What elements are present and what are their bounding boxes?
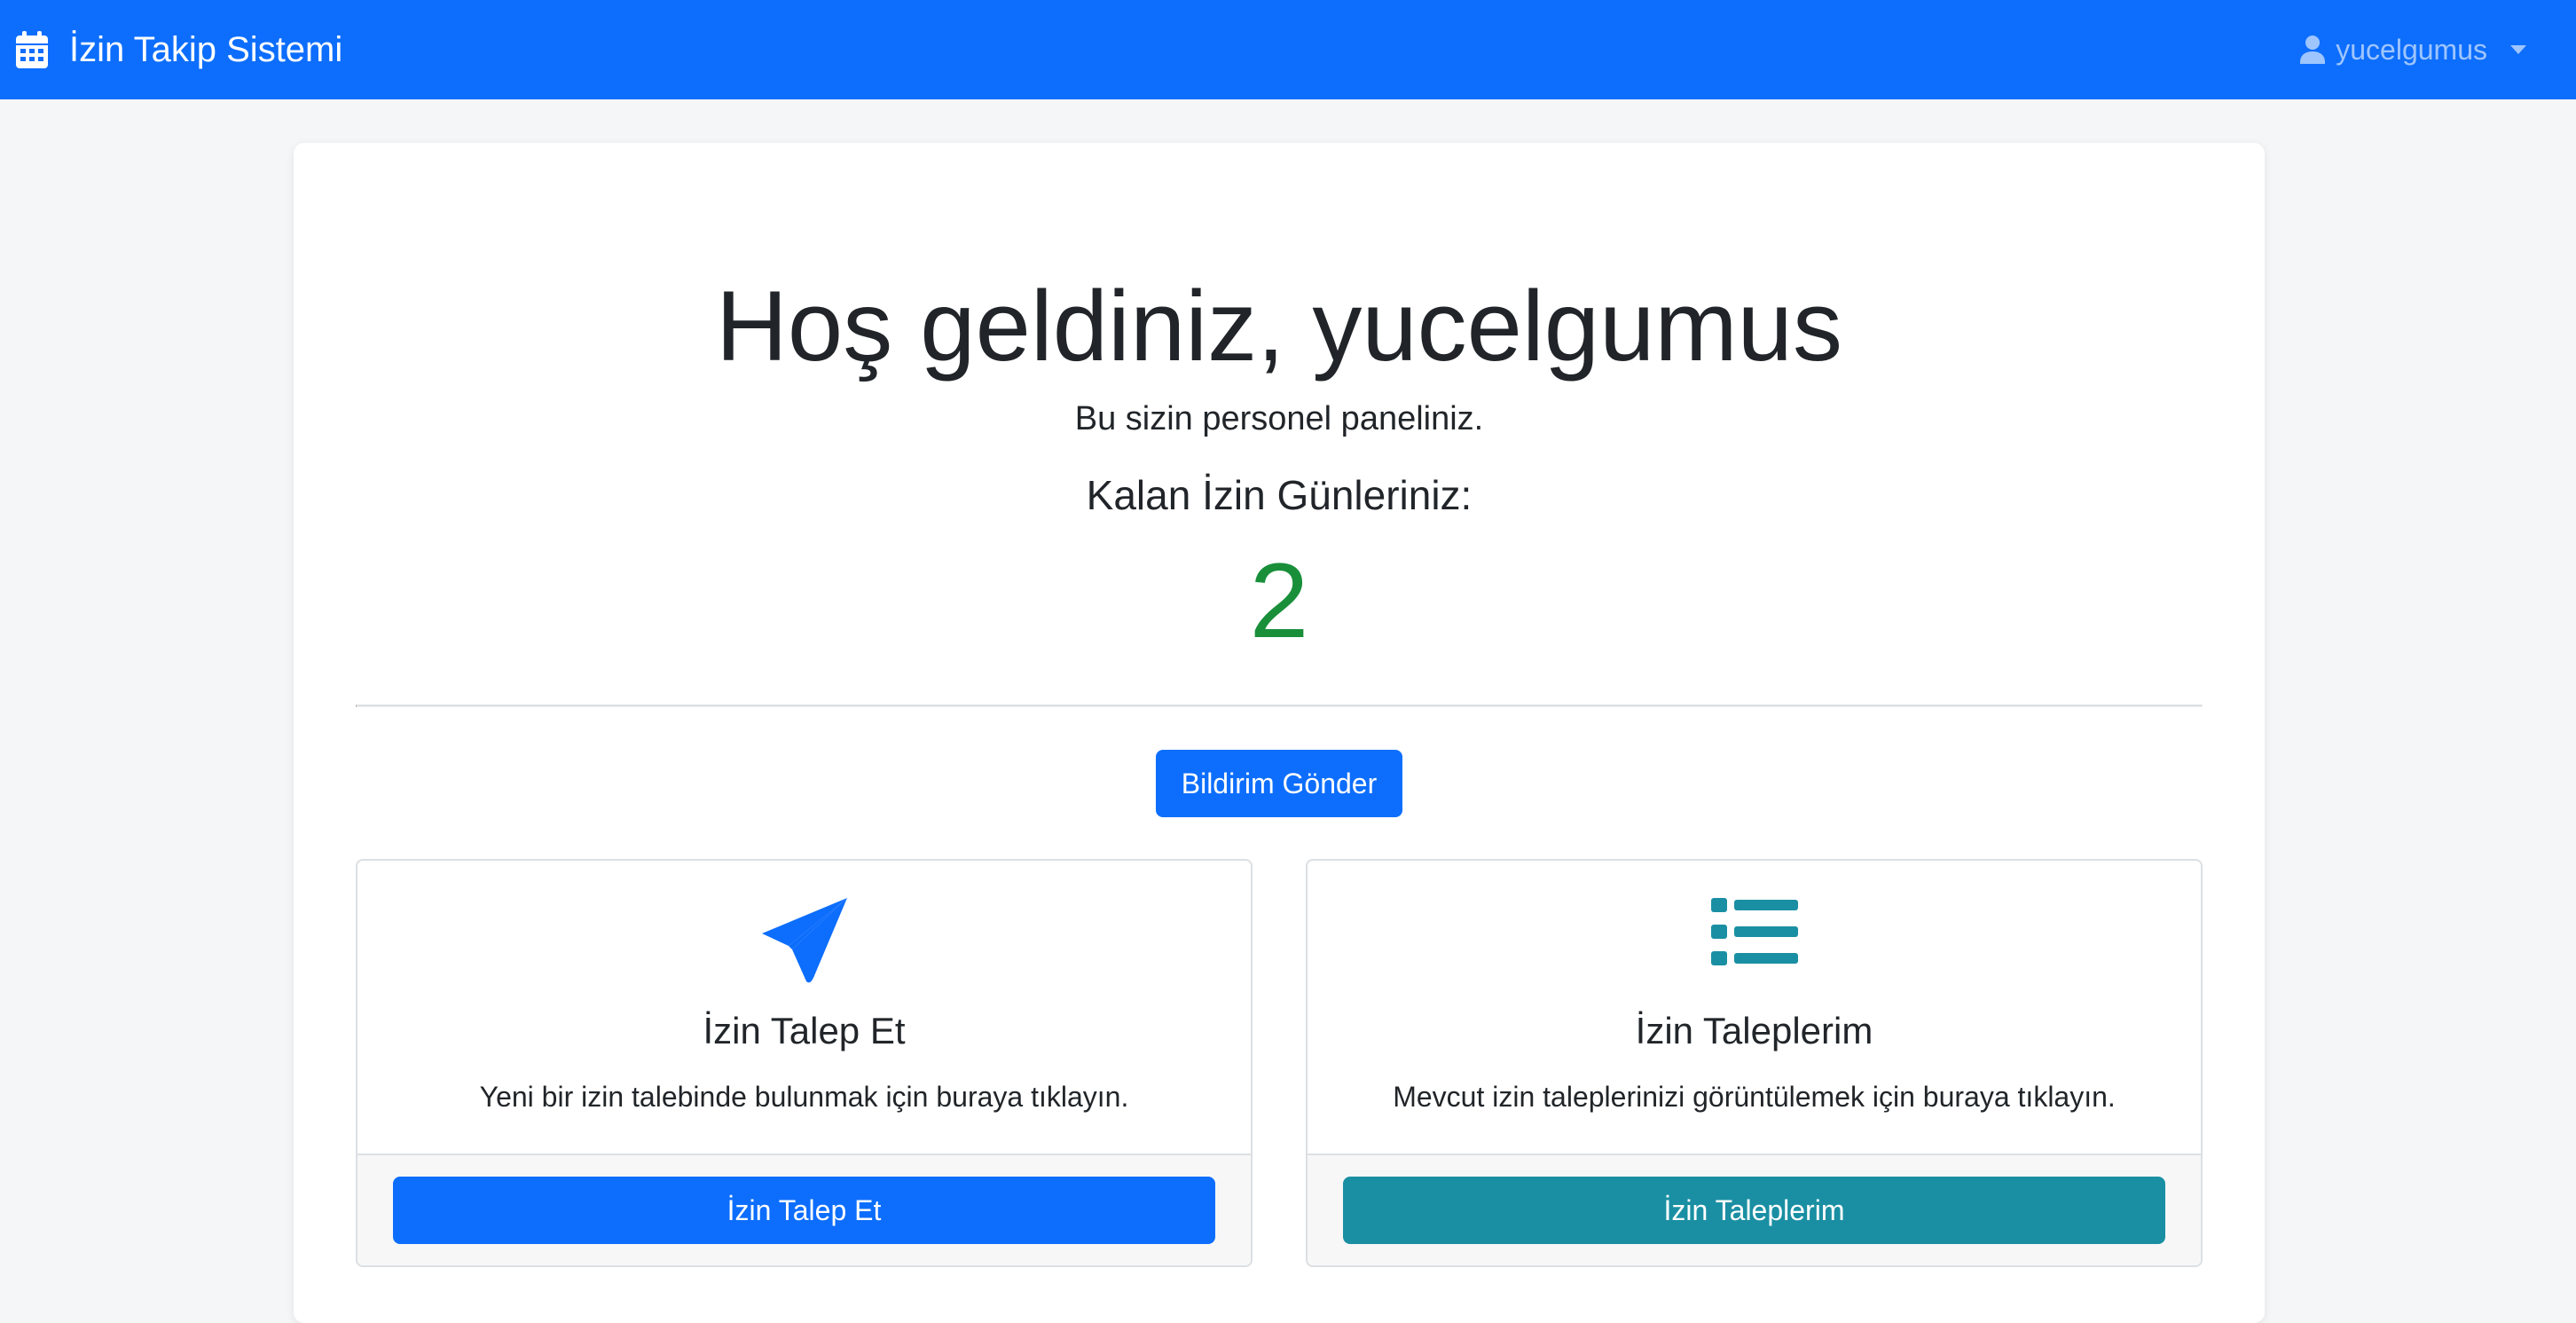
my-requests-text: Mevcut izin taleplerinizi görüntülemek i… bbox=[1393, 1081, 2116, 1113]
username-label: yucelgumus bbox=[2336, 33, 2487, 66]
page-subtitle: Bu sizin personel paneliniz. bbox=[1074, 400, 1484, 437]
user-icon bbox=[2300, 35, 2326, 64]
chevron-down-icon bbox=[2510, 45, 2526, 54]
remaining-days-value: 2 bbox=[1249, 541, 1309, 660]
page-title: Hoş geldiniz, yucelgumus bbox=[716, 271, 1842, 382]
brand-title: İzin Takip Sistemi bbox=[69, 29, 343, 69]
request-leave-footer: İzin Talep Et bbox=[357, 1154, 1251, 1265]
divider bbox=[356, 705, 2203, 707]
my-requests-title: İzin Taleplerim bbox=[1635, 1010, 1873, 1051]
send-notification-button[interactable]: Bildirim Gönder bbox=[1156, 750, 1402, 817]
my-requests-footer: İzin Taleplerim bbox=[1308, 1154, 2201, 1265]
my-requests-card: İzin Taleplerim Mevcut izin talepleriniz… bbox=[1306, 859, 2203, 1267]
calendar-icon bbox=[16, 31, 48, 68]
top-navbar: İzin Takip Sistemi yucelgumus bbox=[0, 0, 2576, 99]
user-dropdown[interactable]: yucelgumus bbox=[2300, 34, 2526, 67]
request-leave-text: Yeni bir izin talebinde bulunmak için bu… bbox=[479, 1081, 1129, 1113]
request-leave-button[interactable]: İzin Talep Et bbox=[393, 1177, 1215, 1244]
remaining-days-label: Kalan İzin Günleriniz: bbox=[1086, 472, 1473, 518]
paper-plane-icon bbox=[760, 896, 849, 989]
request-leave-card: İzin Talep Et Yeni bir izin talebinde bu… bbox=[356, 859, 1253, 1267]
my-requests-button[interactable]: İzin Taleplerim bbox=[1343, 1177, 2165, 1244]
request-leave-title: İzin Talep Et bbox=[703, 1010, 906, 1051]
dashboard-panel: Hoş geldiniz, yucelgumus Bu sizin person… bbox=[294, 143, 2265, 1323]
list-icon bbox=[1710, 896, 1798, 973]
brand-link[interactable]: İzin Takip Sistemi bbox=[16, 30, 342, 70]
